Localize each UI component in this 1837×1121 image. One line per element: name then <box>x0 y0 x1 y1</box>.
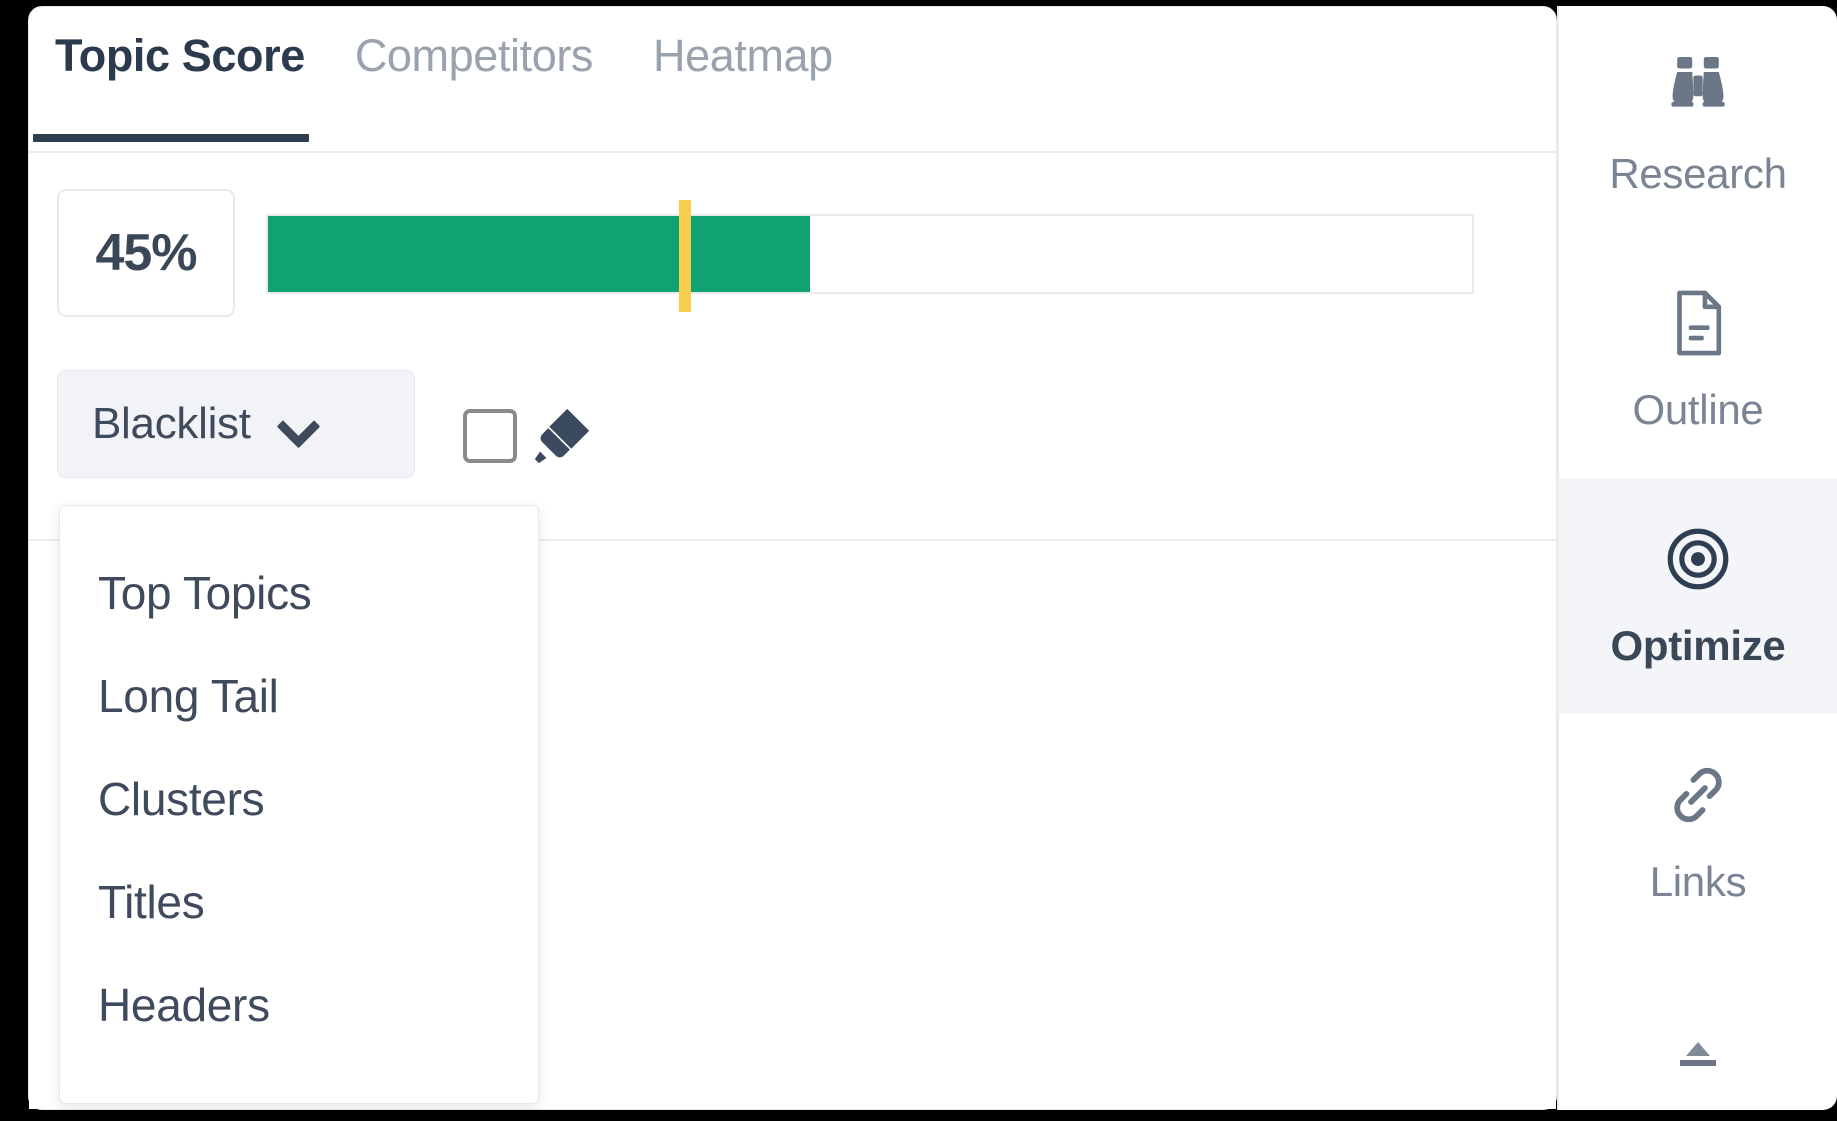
highlight-controls <box>463 399 599 473</box>
document-icon <box>1677 290 1722 356</box>
link-icon <box>1674 767 1722 823</box>
sidebar-item-research[interactable]: Research <box>1559 6 1837 242</box>
menu-item-titles[interactable]: Titles <box>60 851 538 954</box>
score-value-chip: 45% <box>57 189 235 317</box>
sidebar-item-outline[interactable]: Outline <box>1559 242 1837 478</box>
target-icon <box>1667 528 1729 590</box>
menu-item-long-tail[interactable]: Long Tail <box>60 645 538 748</box>
sidebar-item-links-label: Links <box>1649 858 1747 905</box>
sidebar-item-research-label: Research <box>1609 150 1787 197</box>
menu-item-clusters[interactable]: Clusters <box>60 748 538 851</box>
menu-item-titles-label: Titles <box>98 876 205 928</box>
score-target-marker <box>678 200 691 312</box>
tab-heatmap-label: Heatmap <box>653 30 833 81</box>
tab-topic-score-label: Topic Score <box>55 30 305 81</box>
partial-icon <box>1680 1042 1716 1066</box>
right-sidebar: Research Outline Optimize Links <box>1557 6 1837 1110</box>
highlighter-icon[interactable] <box>525 399 599 473</box>
tab-competitors-label: Competitors <box>354 30 594 81</box>
score-progress-fill <box>268 216 810 292</box>
blacklist-dropdown-button[interactable]: Blacklist <box>57 370 415 478</box>
menu-item-headers-label: Headers <box>98 979 270 1031</box>
score-progress-track <box>266 200 1474 312</box>
tab-topic-score[interactable]: Topic Score <box>31 15 331 142</box>
topic-score-row: 45% <box>29 153 1556 329</box>
sidebar-item-links[interactable]: Links <box>1559 714 1837 950</box>
tab-competitors[interactable]: Competitors <box>331 15 629 87</box>
menu-item-top-topics-label: Top Topics <box>98 567 312 619</box>
sidebar-item-partial[interactable] <box>1559 950 1837 1070</box>
app-screenshot: Topic Score Competitors Heatmap 45% Blac… <box>0 0 1837 1121</box>
panel-tabbar: Topic Score Competitors Heatmap <box>29 7 1556 153</box>
menu-item-headers[interactable]: Headers <box>60 954 538 1057</box>
binoculars-icon <box>1671 56 1725 107</box>
sidebar-item-optimize[interactable]: Optimize <box>1559 478 1837 714</box>
menu-item-long-tail-label: Long Tail <box>98 670 279 722</box>
blacklist-dropdown-label: Blacklist <box>92 399 251 448</box>
sidebar-item-optimize-label: Optimize <box>1610 622 1786 669</box>
highlight-checkbox[interactable] <box>463 409 517 463</box>
chevron-down-icon <box>279 405 317 443</box>
blacklist-dropdown-menu: Top Topics Long Tail Clusters Titles Hea… <box>59 505 539 1104</box>
score-value: 45% <box>95 224 197 282</box>
menu-item-top-topics[interactable]: Top Topics <box>60 542 538 645</box>
menu-item-clusters-label: Clusters <box>98 773 265 825</box>
tab-heatmap[interactable]: Heatmap <box>629 15 869 87</box>
tab-list: Topic Score Competitors Heatmap <box>31 15 869 142</box>
topic-score-panel: Topic Score Competitors Heatmap 45% Blac… <box>28 6 1557 1110</box>
sidebar-item-outline-label: Outline <box>1632 386 1764 433</box>
